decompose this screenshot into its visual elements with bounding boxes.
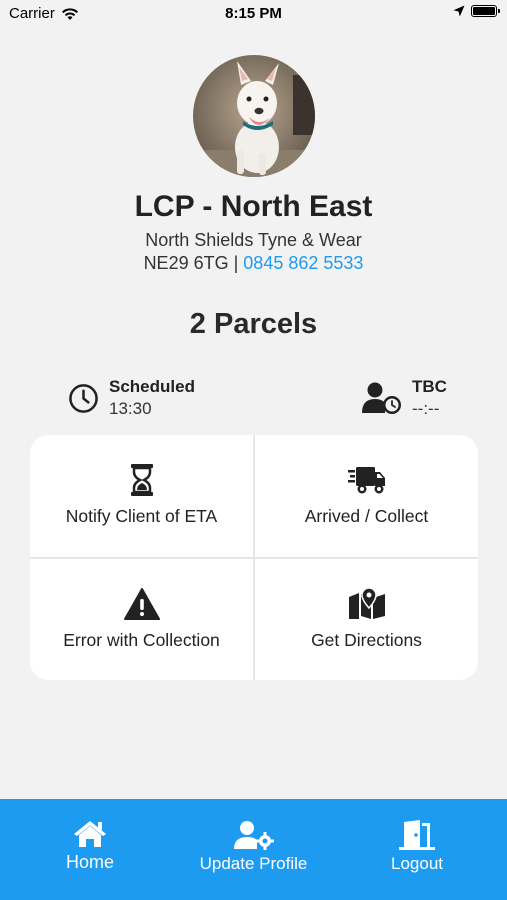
status-bar: Carrier 8:15 PM <box>0 0 507 30</box>
notify-eta-button[interactable]: Notify Client of ETA <box>30 435 253 557</box>
postcode: NE29 6TG <box>143 253 229 273</box>
separator: | <box>228 253 244 273</box>
status-time: 8:15 PM <box>225 5 282 22</box>
location-address: North Shields Tyne & Wear <box>145 230 362 250</box>
home-icon <box>74 821 106 847</box>
postcode-line: NE29 6TG | 0845 862 5533 <box>0 253 507 274</box>
phone-link[interactable]: 0845 862 5533 <box>243 253 363 273</box>
user-clock-icon <box>362 382 401 414</box>
map-icon <box>348 587 385 619</box>
arrived-collect-label: Arrived / Collect <box>304 506 429 527</box>
tbc-label: TBC <box>412 377 447 396</box>
action-grid: Notify Client of ETA Arrived / Collect E… <box>30 435 478 680</box>
tab-logout[interactable]: Logout <box>357 799 477 900</box>
tab-update-profile[interactable]: Update Profile <box>194 799 314 900</box>
tab-update-profile-label: Update Profile <box>199 854 308 873</box>
battery-icon <box>471 5 500 17</box>
clock-icon <box>69 383 98 413</box>
tab-bar: Home Update Profile Logout <box>0 799 507 900</box>
avatar[interactable] <box>193 55 315 177</box>
location-name: LCP - North East <box>134 190 373 223</box>
schedule-info: Scheduled 13:30 <box>68 377 195 419</box>
status-right <box>453 5 500 17</box>
tbc-info: TBC --:-- <box>362 377 447 419</box>
hourglass-icon <box>130 464 153 497</box>
tab-home[interactable]: Home <box>30 799 150 900</box>
get-directions-label: Get Directions <box>311 629 422 650</box>
parcel-count: 2 Parcels <box>189 308 318 340</box>
dog-avatar-image <box>193 55 315 177</box>
door-icon <box>399 820 435 850</box>
notify-eta-label: Notify Client of ETA <box>65 506 218 527</box>
tab-home-label: Home <box>65 852 114 872</box>
location-arrow-icon <box>453 5 465 17</box>
error-collection-label: Error with Collection <box>63 629 220 650</box>
truck-icon <box>347 467 385 494</box>
warning-icon <box>123 587 160 620</box>
tab-logout-label: Logout <box>391 854 443 873</box>
arrived-collect-button[interactable]: Arrived / Collect <box>255 435 478 557</box>
schedule-label: Scheduled <box>109 377 195 396</box>
schedule-time: 13:30 <box>109 399 152 418</box>
tbc-time: --:-- <box>412 399 440 418</box>
error-collection-button[interactable]: Error with Collection <box>30 558 253 680</box>
user-cog-icon <box>233 821 274 850</box>
get-directions-button[interactable]: Get Directions <box>255 558 478 680</box>
